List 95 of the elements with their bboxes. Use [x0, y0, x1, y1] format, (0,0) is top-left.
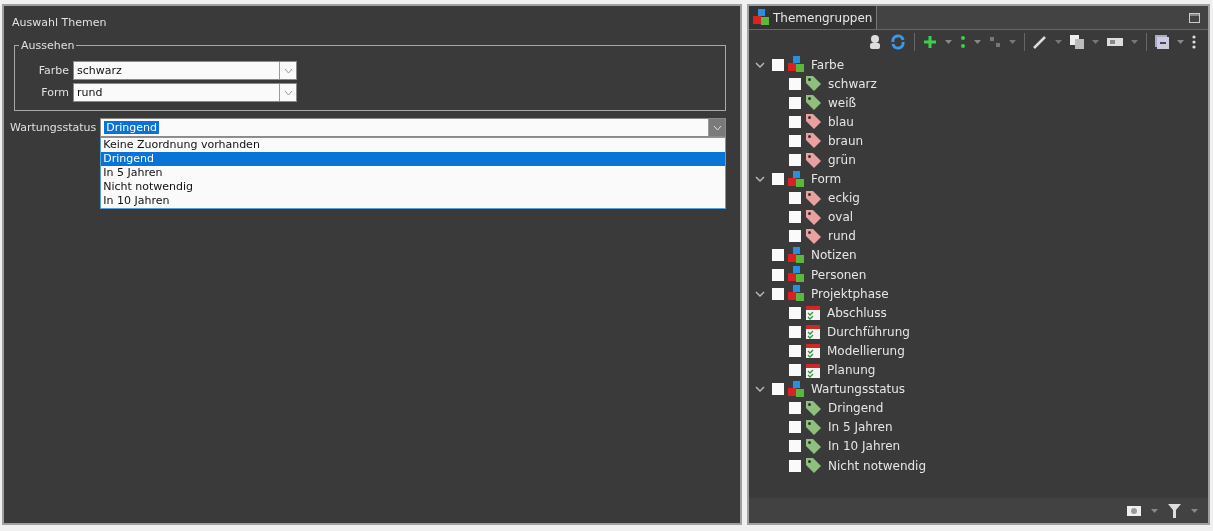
- person-icon[interactable]: [868, 34, 882, 50]
- checkbox[interactable]: [772, 383, 784, 396]
- checkbox[interactable]: [789, 192, 801, 205]
- blocks-icon: [788, 170, 805, 188]
- filter-icon[interactable]: [1168, 504, 1181, 518]
- caret-icon: [283, 89, 293, 96]
- dropdown-field[interactable]: rund: [73, 83, 297, 102]
- group-title: Aussehen: [20, 39, 76, 52]
- card-icon[interactable]: [1107, 38, 1123, 46]
- caret-icon[interactable]: [1092, 40, 1099, 44]
- caret-icon[interactable]: [1009, 40, 1016, 44]
- calendar-icon: [805, 361, 821, 379]
- more-icon[interactable]: [1192, 35, 1196, 49]
- checkbox[interactable]: [789, 459, 801, 472]
- caret-icon: [712, 124, 722, 131]
- collapse-icon[interactable]: [1155, 35, 1169, 49]
- tree-item-label[interactable]: schwarz: [828, 76, 877, 91]
- checkbox[interactable]: [772, 58, 784, 71]
- tree-item-label[interactable]: oval: [828, 210, 854, 225]
- checkbox[interactable]: [789, 440, 801, 453]
- blocks-icon: [788, 266, 805, 284]
- calendar-icon: [805, 304, 821, 322]
- field-label: Form: [40, 86, 69, 99]
- tree-item-label[interactable]: eckig: [828, 191, 860, 206]
- field-label: Wartungsstatus: [10, 120, 97, 136]
- tree-item-label[interactable]: grün: [828, 153, 856, 167]
- calendar-icon: [805, 323, 821, 341]
- tree-item-label[interactable]: Form: [811, 172, 842, 187]
- tree-item-label[interactable]: In 10 Jahren: [828, 439, 901, 454]
- checkbox[interactable]: [772, 249, 784, 262]
- field-label: Farbe: [37, 64, 69, 77]
- dropdown-option[interactable]: In 10 Jahren: [101, 194, 725, 208]
- checkbox[interactable]: [789, 402, 801, 415]
- pencil-icon[interactable]: [1033, 35, 1047, 49]
- checkbox[interactable]: [789, 421, 801, 434]
- caret-icon[interactable]: [1151, 509, 1158, 513]
- caret-icon[interactable]: [974, 40, 981, 44]
- checkbox[interactable]: [789, 325, 801, 338]
- dropdown-option[interactable]: Keine Zuordnung vorhanden: [101, 138, 725, 152]
- caret-icon[interactable]: [945, 40, 952, 44]
- blocks-icon: [788, 247, 805, 264]
- tree-item-label[interactable]: In 5 Jahren: [828, 420, 893, 435]
- dropdown-option[interactable]: Nicht notwendig: [101, 180, 725, 194]
- tree-item-label[interactable]: weiß: [828, 95, 857, 110]
- tree-item-label[interactable]: Durchführung: [827, 324, 910, 339]
- checkbox[interactable]: [789, 77, 801, 90]
- copy-icon[interactable]: [1070, 35, 1084, 49]
- tree-item-label[interactable]: braun: [828, 133, 864, 148]
- caret-icon[interactable]: [1191, 509, 1198, 513]
- panel-title: Auswahl Themen: [11, 15, 108, 31]
- checkbox[interactable]: [789, 115, 801, 128]
- checkbox[interactable]: [789, 306, 801, 319]
- dropdown-field[interactable]: schwarz: [73, 61, 297, 80]
- tree-item-label[interactable]: Dringend: [828, 401, 884, 416]
- blocks-icon: [788, 285, 805, 303]
- hierarchy-icon[interactable]: [989, 36, 1001, 48]
- tree-item-label[interactable]: Notizen: [811, 248, 857, 263]
- tree-item-label[interactable]: Projektphase: [811, 286, 889, 301]
- dropdown-option[interactable]: Dringend: [101, 152, 725, 166]
- tree-item-label[interactable]: Modellierung: [827, 343, 905, 358]
- tree-item-label[interactable]: Personen: [811, 267, 867, 282]
- tree-item-label[interactable]: Planung: [827, 363, 876, 378]
- checkbox[interactable]: [789, 211, 801, 224]
- dropdown-option[interactable]: In 5 Jahren: [101, 166, 725, 180]
- checkbox[interactable]: [789, 344, 801, 357]
- add-icon[interactable]: [923, 35, 937, 49]
- caret-icon[interactable]: [1055, 40, 1062, 44]
- selected-text: Dringend: [104, 121, 159, 134]
- tree-item-label[interactable]: Nicht notwendig: [828, 458, 927, 473]
- dots-icon[interactable]: [960, 35, 966, 49]
- blocks-icon: [788, 380, 805, 398]
- badge-icon[interactable]: [1127, 504, 1141, 518]
- checkbox[interactable]: [789, 154, 801, 166]
- caret-icon[interactable]: [1131, 40, 1138, 44]
- checkbox[interactable]: [789, 134, 801, 147]
- caret-icon[interactable]: [1177, 40, 1184, 44]
- panel-tab[interactable]: Themengruppen: [749, 6, 878, 29]
- maximize-icon[interactable]: [1189, 12, 1200, 23]
- calendar-icon: [805, 342, 821, 360]
- tree-item-label[interactable]: rund: [828, 229, 856, 244]
- checkbox[interactable]: [772, 268, 784, 281]
- blocks-icon: [753, 9, 770, 26]
- blocks-icon: [788, 56, 805, 74]
- refresh-icon[interactable]: [890, 34, 906, 50]
- caret-icon: [283, 67, 293, 74]
- checkbox[interactable]: [789, 96, 801, 109]
- checkbox[interactable]: [772, 173, 784, 186]
- tree-item-label[interactable]: Wartungsstatus: [811, 382, 906, 397]
- tree-item-label[interactable]: Abschluss: [827, 305, 887, 320]
- checkbox[interactable]: [789, 230, 801, 243]
- checkbox[interactable]: [789, 364, 801, 377]
- tree-item-label[interactable]: blau: [828, 114, 854, 129]
- tree-item-label[interactable]: Farbe: [811, 57, 845, 72]
- dropdown-field[interactable]: Dringend: [100, 118, 726, 137]
- checkbox[interactable]: [772, 287, 784, 300]
